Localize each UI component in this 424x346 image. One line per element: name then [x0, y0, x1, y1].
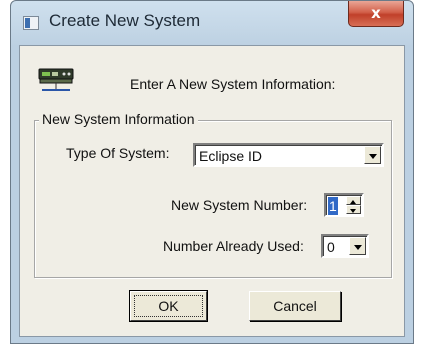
stepper-buttons — [346, 196, 361, 214]
title-bar[interactable]: Create New System x — [11, 1, 413, 45]
number-already-used-value: 0 — [327, 239, 335, 255]
header-prompt: Enter A New System Information: — [130, 76, 336, 92]
window-title: Create New System — [49, 11, 201, 30]
ok-button-label: OK — [158, 298, 179, 314]
cancel-button[interactable]: Cancel — [249, 291, 341, 321]
window-icon — [23, 16, 39, 30]
type-of-system-label: Type Of System: — [66, 145, 170, 161]
type-of-system-value: Eclipse ID — [199, 148, 263, 164]
stepper-up-icon[interactable] — [346, 196, 361, 205]
dialog-body: Enter A New System Information: New Syst… — [19, 45, 405, 337]
number-already-used-select[interactable]: 0 — [321, 234, 369, 258]
type-of-system-select[interactable]: Eclipse ID — [193, 143, 384, 167]
close-button[interactable]: x — [348, 1, 404, 27]
ok-button[interactable]: OK — [129, 290, 208, 322]
chevron-down-icon[interactable] — [364, 146, 381, 164]
cancel-button-label: Cancel — [273, 298, 317, 314]
new-system-number-value: 1 — [328, 197, 338, 215]
stepper-down-icon[interactable] — [346, 205, 361, 214]
chevron-down-icon[interactable] — [349, 237, 366, 255]
group-legend: New System Information — [39, 111, 198, 127]
dialog-window: Create New System x Enter A New System I… — [10, 0, 414, 344]
system-info-group: New System Information Type Of System: E… — [34, 111, 392, 278]
new-system-number-label: New System Number: — [171, 197, 308, 213]
network-device-icon — [38, 66, 74, 94]
new-system-number-stepper[interactable]: 1 — [324, 193, 364, 217]
number-already-used-label: Number Already Used: — [163, 238, 304, 254]
